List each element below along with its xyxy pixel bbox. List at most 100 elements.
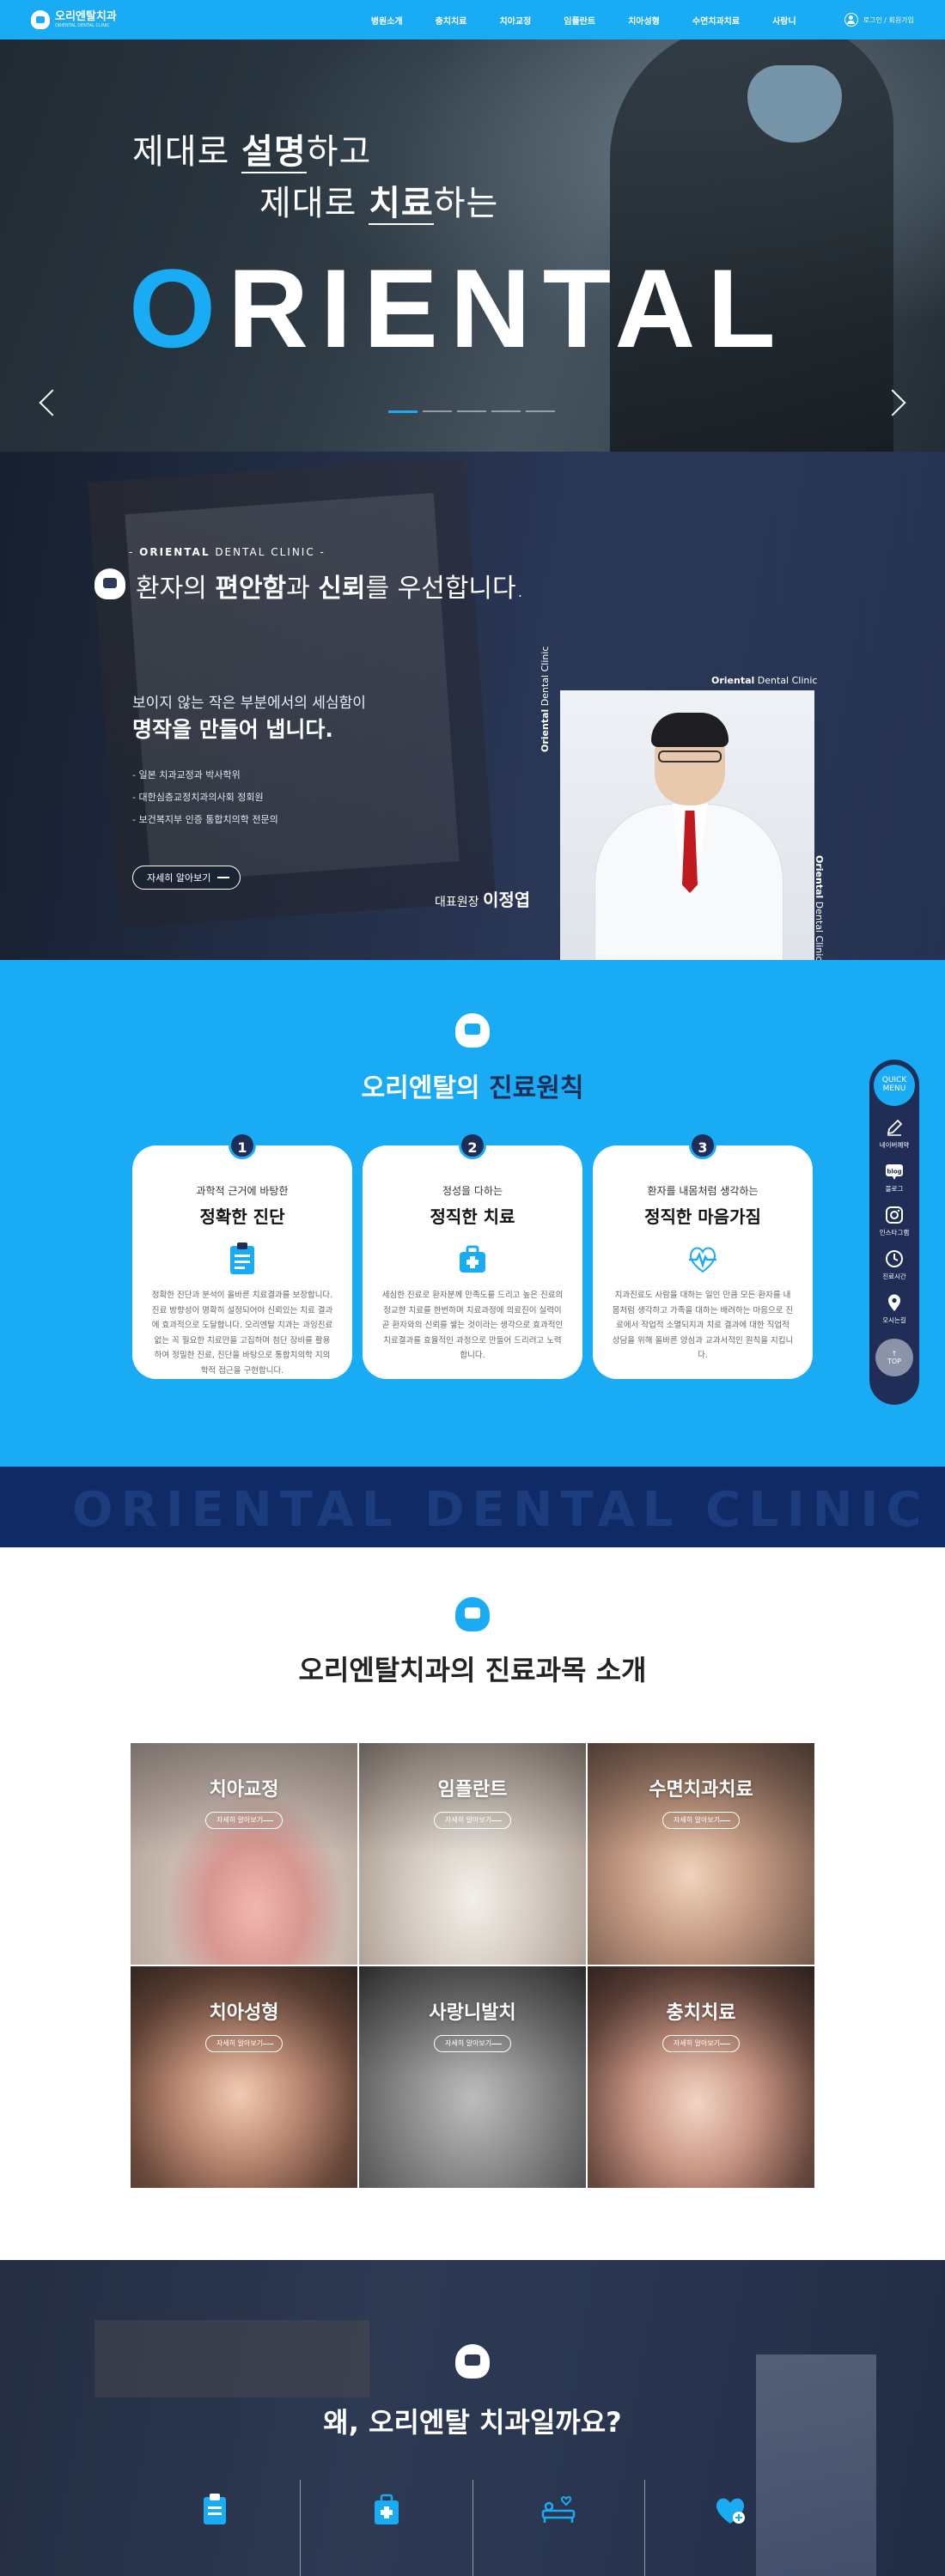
quick-item-reservation[interactable]: 네이버예약 [879,1118,910,1150]
slide-dot-5[interactable] [526,410,555,412]
nav-item-cavity[interactable]: 충치치료 [436,14,467,27]
quick-item-label: 진료시간 [882,1273,906,1280]
doctor-hair-shape [651,713,729,747]
logo-text: 오리엔탈치과 ORIENTAL DENTAL CLINIC [55,11,117,28]
tooth-emblem-icon [94,568,125,599]
credential-text-3: 보건복지부 인증 통합치의학 전문의 [138,814,278,825]
vertical-caption-right: Oriental Dental Clinic [814,855,825,960]
credential-item: - 보건복지부 인증 통합치의학 전문의 [132,814,278,825]
doctor-portrait [560,690,814,960]
tile-learn-more-button[interactable]: 자세히 알아보기 [205,2035,283,2052]
why-title-post: 일까요? [529,2406,622,2439]
about-title-pre: 환자의 [136,574,216,604]
about-eyebrow: - ORIENTAL DENTAL CLINIC - [129,546,326,558]
doctor-card-caption: Oriental Dental Clinic [711,675,817,686]
why-icon-row [129,2480,816,2576]
nav-item-implant[interactable]: 임플란트 [564,14,595,27]
card-subtitle: 과학적 근거에 바탕한 [196,1185,289,1197]
quick-item-hours[interactable]: 진료시간 [882,1249,906,1281]
login-link[interactable]: 로그인 / 회원가입 [844,13,914,27]
card-body: 세심한 진료로 환자분께 만족도를 드리고 높은 진료의 정교한 치료를 한번하… [381,1291,564,1361]
vertical-right-rest: Dental Clinic [814,898,825,960]
tile-name: 사랑니발치 [429,2002,516,2024]
hero-headline-2: 제대로 치료하는 [259,175,498,225]
caption-rest: Dental Clinic [754,675,818,686]
card-subtitle: 환자를 내몸처럼 생각하는 [647,1185,759,1197]
scroll-top-button[interactable]: ↑ TOP [875,1339,913,1376]
why-column-4 [645,2480,816,2576]
svg-text:blog: blog [887,1169,901,1176]
tile-learn-more-button[interactable]: 자세히 알아보기 [434,1812,511,1829]
slide-dot-4[interactable] [491,410,521,412]
slide-dot-2[interactable] [423,410,452,412]
heartbeat-icon [689,1247,716,1273]
bed-icon [541,2496,576,2523]
tooth-emblem-icon [455,2344,490,2379]
nav-item-orthodontics[interactable]: 치아교정 [499,14,531,27]
about-title-mid: 과 [286,574,319,604]
department-tile-orthodontics[interactable]: 치아교정 자세히 알아보기 [131,1743,357,1965]
heart-icon [716,2498,746,2524]
quick-item-label: 오시는길 [882,1316,906,1324]
doctor-credentials-list: - 일본 치과교정과 박사학위 - 대한심층교정치과의사회 정회원 - 보건복지… [132,768,278,835]
brand-banner: ORIENTAL DENTAL CLINIC [0,1467,945,1547]
doctor-name: 이정엽 [482,890,531,910]
quick-item-label: 네이버예약 [879,1141,910,1149]
principle-card-3: 3 환자를 내몸처럼 생각하는 정직한 마음가짐 치과진료도 사람을 대하는 일… [593,1132,813,1379]
hero-line2-post: 하는 [433,184,499,223]
hero-brand-wordmark: ORIENTAL [129,252,788,364]
doctor-name-label: 대표원장 이정엽 [435,886,530,911]
clipboard-icon [203,2494,226,2524]
departments-title-bold: 진료과목 소개 [485,1654,647,1686]
card-number-badge: 3 [689,1132,716,1159]
vertical-right-bold: Oriental [814,855,825,899]
why-column-2 [301,2480,473,2576]
nav-item-sedation[interactable]: 수면치과치료 [692,14,740,27]
quick-item-directions[interactable]: 오시는길 [882,1293,906,1325]
site-logo[interactable]: 오리엔탈치과 ORIENTAL DENTAL CLINIC [31,10,117,29]
departments-title-pre: 오리엔탈치과의 [298,1654,485,1686]
quick-menu-header: QUICK MENU [874,1065,915,1106]
blog-icon: blog [886,1164,903,1180]
tile-name: 치아성형 [209,2002,279,2024]
credential-text-2: 대한심층교정치과의사회 정회원 [138,792,264,803]
department-tile-implant[interactable]: 임플란트 자세히 알아보기 [359,1743,586,1965]
department-tile-cosmetic[interactable]: 치아성형 자세히 알아보기 [131,1966,357,2188]
doctor-glasses-shape [658,750,722,762]
learn-more-button[interactable]: 자세히 알아보기 [132,866,241,890]
tile-learn-more-button[interactable]: 자세히 알아보기 [662,2035,740,2052]
departments-title: 오리엔탈치과의 진료과목 소개 [0,1649,945,1688]
nav-item-about[interactable]: 병원소개 [371,14,403,27]
user-icon [844,13,858,27]
logo-name: 오리엔탈치과 [55,10,117,23]
nav-item-wisdom-tooth[interactable]: 사랑니 [772,14,796,27]
nav-item-cosmetic[interactable]: 치아성형 [628,14,660,27]
tooth-emblem-icon [455,1013,490,1048]
why-title-pre: 왜, [323,2406,369,2439]
about-title-post: 를 우선합니다. [365,574,525,604]
hero-line1-bold: 설명 [241,132,307,173]
quick-menu: QUICK MENU 네이버예약 blog 블로그 인스타그램 진료시간 오시는… [869,1060,919,1405]
department-tile-cavity[interactable]: 충치치료 자세히 알아보기 [588,1966,814,2188]
hero-headline-1: 제대로 설명하고 [132,124,371,173]
quick-item-blog[interactable]: blog 블로그 [885,1162,904,1194]
hero-brand-rest: RIENTAL [228,246,788,371]
pencil-icon [887,1119,903,1136]
slide-dot-1[interactable] [388,410,418,413]
quick-item-instagram[interactable]: 인스타그램 [880,1206,909,1237]
site-header: 오리엔탈치과 ORIENTAL DENTAL CLINIC 병원소개 충치치료 … [0,0,945,39]
department-tile-sedation[interactable]: 수면치과치료 자세히 알아보기 [588,1743,814,1965]
first-aid-kit-icon [374,2494,399,2524]
card-title: 정확한 진단 [199,1206,285,1227]
credential-text-1: 일본 치과교정과 박사학위 [138,769,241,781]
slide-dot-3[interactable] [457,410,486,412]
card-number-badge: 2 [459,1132,486,1159]
tile-learn-more-button[interactable]: 자세히 알아보기 [434,2035,511,2052]
about-subtitle-2: 명작을 만들어 냅니다. [132,717,333,742]
location-pin-icon [887,1294,900,1311]
card-title: 정직한 마음가짐 [644,1206,761,1227]
tile-learn-more-button[interactable]: 자세히 알아보기 [662,1812,740,1829]
tile-learn-more-button[interactable]: 자세히 알아보기 [205,1812,283,1829]
principle-card-1: 1 과학적 근거에 바탕한 정확한 진단 정확한 진단과 분석이 올바른 치료결… [132,1132,352,1379]
department-tile-wisdom-tooth[interactable]: 사랑니발치 자세히 알아보기 [359,1966,586,2188]
